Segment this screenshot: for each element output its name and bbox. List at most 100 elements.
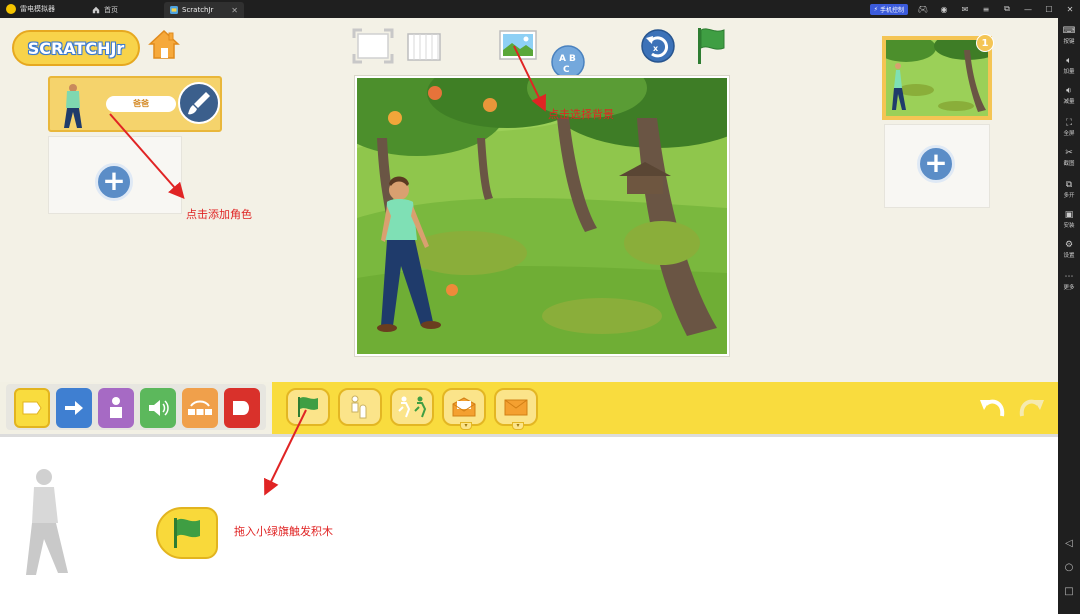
presentation-mode-button[interactable] xyxy=(352,28,394,64)
annotation-drag-flag-block: 拖入小绿旗触发积木 xyxy=(234,525,333,538)
sidebar-keyboard[interactable]: ⌨ 按键 xyxy=(1058,26,1080,45)
paintbrush-icon xyxy=(188,92,210,115)
svg-text:C: C xyxy=(563,65,570,75)
fullscreen-icon: ⛶ xyxy=(1065,118,1073,128)
grid-toggle-button[interactable] xyxy=(406,32,442,62)
trigger-block-icon xyxy=(22,401,42,415)
sprite-name-label[interactable]: 爸爸 xyxy=(106,96,176,112)
lightning-icon: ⚡ xyxy=(873,5,878,13)
page-thumbnail-image xyxy=(886,40,988,116)
more-icon: ⋯ xyxy=(1064,272,1074,282)
send-color-dropdown[interactable]: ▾ xyxy=(512,422,524,430)
apk-install-icon: ▣ xyxy=(1064,210,1074,220)
android-back-button[interactable]: ◁ xyxy=(1058,538,1080,549)
start-on-green-flag-block[interactable] xyxy=(286,388,330,426)
stage-canvas[interactable] xyxy=(355,76,729,356)
sprite-list-panel: + xyxy=(48,136,182,214)
sidebar-keyboard-label: 按键 xyxy=(1063,39,1075,45)
trigger-blocks-palette: ▾ ▾ xyxy=(272,382,1058,434)
undo-icon xyxy=(980,399,1005,417)
category-motion[interactable] xyxy=(56,388,92,428)
svg-text:A: A xyxy=(559,54,566,64)
phone-control-button[interactable]: ⚡ 手机控制 xyxy=(869,3,908,15)
sidebar-fullscreen[interactable]: ⛶ 全屏 xyxy=(1058,118,1080,137)
redo-button[interactable] xyxy=(1016,392,1048,422)
page-thumbnail-1[interactable] xyxy=(882,36,992,120)
close-tab-icon[interactable]: ✕ xyxy=(231,6,238,15)
tab-scratchjr-label: ScratchJr xyxy=(182,6,214,14)
emulator-logo-icon xyxy=(6,4,16,14)
scripting-area[interactable]: 拖入小绿旗触发积木 xyxy=(0,434,1058,614)
abc-text-icon: A B C xyxy=(551,45,585,79)
arrow-right-icon xyxy=(65,401,83,415)
home-icon xyxy=(92,6,100,14)
start-on-tap-block[interactable] xyxy=(338,388,382,426)
maximize-icon[interactable]: ☐ xyxy=(1043,5,1055,14)
reset-characters-button[interactable]: x xyxy=(640,28,676,64)
start-on-bump-block[interactable] xyxy=(390,388,434,426)
green-flag-run-button[interactable] xyxy=(694,26,728,66)
bump-runners-icon xyxy=(398,396,427,418)
undo-button[interactable] xyxy=(976,392,1008,422)
category-end[interactable] xyxy=(224,388,260,428)
tab-scratchjr[interactable]: ScratchJr ✕ xyxy=(164,2,244,18)
sidebar-screenshot-label: 截图 xyxy=(1063,161,1075,167)
sidebar-volume-down[interactable]: 🔉︎ 减量 xyxy=(1058,86,1080,105)
back-triangle-icon: ◁ xyxy=(1065,538,1073,549)
volume-up-icon: 🔈︎ xyxy=(1066,56,1072,66)
person-icon xyxy=(110,397,122,418)
sidebar-install[interactable]: ▣ 安装 xyxy=(1058,210,1080,229)
android-recents-button[interactable]: □ xyxy=(1058,586,1080,597)
add-character-button[interactable]: + xyxy=(95,163,133,201)
sidebar-multi-instance-label: 多开 xyxy=(1063,193,1075,199)
message-color-dropdown[interactable]: ▾ xyxy=(460,422,472,430)
titlebar-controls: ⚡ 手机控制 🎮︎ ◉ ✉ ≡ ⧉ — ☐ ✕ xyxy=(869,2,1076,16)
grid-icon xyxy=(407,33,441,61)
category-sound[interactable] xyxy=(140,388,176,428)
add-text-button[interactable]: A B C xyxy=(550,44,586,80)
category-triggering[interactable] xyxy=(14,388,50,428)
sidebar-screenshot[interactable]: ✂ 截图 xyxy=(1058,148,1080,167)
scratchjr-logo: SCRATCHJr xyxy=(12,30,140,66)
android-home-button[interactable]: ○ xyxy=(1058,562,1080,573)
sprite-thumbnail-icon xyxy=(64,84,82,128)
script-green-flag-block[interactable] xyxy=(156,507,218,559)
gear-icon: ⚙ xyxy=(1064,240,1074,250)
current-sprite-ghost-image xyxy=(26,469,68,575)
sidebar-fullscreen-label: 全屏 xyxy=(1063,131,1075,137)
end-block-icon xyxy=(233,401,249,415)
category-looks[interactable] xyxy=(98,388,134,428)
menu-icon[interactable]: ≡ xyxy=(980,5,992,14)
emulator-sidebar: ⌨ 按键 🔈︎ 加量 🔉︎ 减量 ⛶ 全屏 ✂ 截图 ⧉ 多开 ▣ 安装 ⚙ 设置 ⋯ 更多 ◁ … xyxy=(1058,18,1080,614)
home-button[interactable] xyxy=(146,26,182,62)
green-flag-icon xyxy=(174,518,200,548)
close-window-icon[interactable]: ✕ xyxy=(1064,5,1076,14)
volume-down-icon: 🔉︎ xyxy=(1066,86,1072,96)
minimize-icon[interactable]: — xyxy=(1022,5,1034,14)
landscape-picture-icon xyxy=(499,30,537,60)
sidebar-more[interactable]: ⋯ 更多 xyxy=(1058,272,1080,291)
envelope-icon xyxy=(504,399,528,416)
scratchjr-app: SCRATCHJr A B C x 爸爸 + 1 + 点击添加角色 点击选择背景… xyxy=(0,18,1058,614)
sidebar-volume-up[interactable]: 🔈︎ 加量 xyxy=(1058,56,1080,75)
restore-window-icon[interactable]: ⧉ xyxy=(1001,4,1013,14)
reset-icon: x xyxy=(641,29,675,63)
phone-control-label: 手机控制 xyxy=(879,6,904,14)
background-button[interactable] xyxy=(498,28,538,62)
emulator-titlebar: 雷电模拟器 首页 ScratchJr ✕ ⚡ 手机控制 🎮︎ ◉ ✉ ≡ ⧉ —… xyxy=(0,0,1080,18)
scissors-icon: ✂ xyxy=(1065,148,1073,158)
send-message-block[interactable]: ▾ xyxy=(494,388,538,430)
category-control[interactable] xyxy=(182,388,218,428)
sidebar-install-label: 安装 xyxy=(1063,223,1075,229)
sprite-card-selected[interactable]: 爸爸 xyxy=(48,76,222,132)
sidebar-multi-instance[interactable]: ⧉ 多开 xyxy=(1058,180,1080,199)
sidebar-settings[interactable]: ⚙ 设置 xyxy=(1058,240,1080,259)
start-on-message-block[interactable]: ▾ xyxy=(442,388,486,430)
user-icon[interactable]: ◉ xyxy=(938,5,950,14)
paint-editor-button[interactable] xyxy=(178,82,220,124)
add-page-button[interactable]: + xyxy=(917,145,955,183)
mail-icon[interactable]: ✉ xyxy=(959,5,971,14)
tab-home[interactable]: 首页 xyxy=(86,2,162,18)
keyboard-icon: ⌨ xyxy=(1062,26,1076,36)
gamepad-icon[interactable]: 🎮︎ xyxy=(917,5,929,14)
